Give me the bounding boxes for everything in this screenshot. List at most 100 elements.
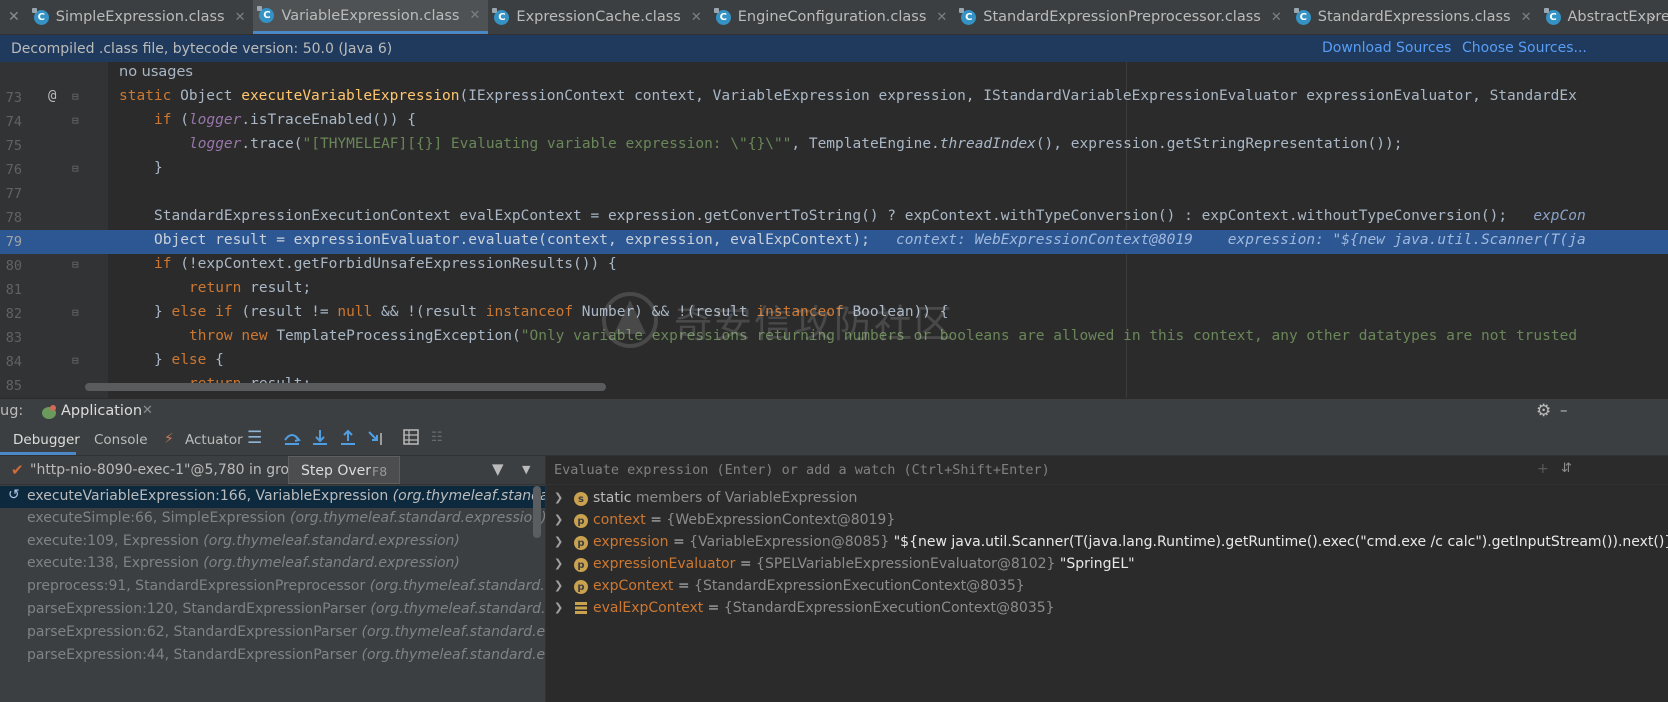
chevron-down-icon[interactable]: ▼ (522, 463, 530, 476)
tab-engine-configuration[interactable]: C EngineConfiguration.class ✕ (710, 0, 956, 34)
step-into-icon[interactable] (311, 429, 329, 447)
close-icon[interactable]: ✕ (235, 10, 246, 25)
add-watch-icon[interactable]: + (1537, 461, 1549, 477)
inline-value-hint: expression: "${new java.util.Scanner(T(j… (1227, 232, 1586, 248)
stack-frame[interactable]: ↺ executeVariableExpression:166, Variabl… (0, 486, 545, 508)
parameter-badge-icon: p (574, 536, 588, 550)
code-line: 76 ⊟ } (0, 158, 1668, 182)
expand-arrow-icon[interactable]: ❯ (554, 557, 563, 570)
fold-icon[interactable]: ⊟ (72, 258, 79, 271)
code-line: 80 ⊟ if (!expContext.getForbidUnsafeExpr… (0, 254, 1668, 278)
menu-lines-icon[interactable]: ☰ (247, 428, 262, 448)
minimize-icon[interactable]: – (1560, 401, 1568, 419)
usages-hint[interactable]: no usages (119, 64, 193, 80)
evaluate-expression-icon[interactable] (403, 429, 419, 445)
thread-selector[interactable]: ✔ "http-nio-8090-exec-1"@5,780 in group … (0, 456, 545, 485)
parameter-badge-icon: p (574, 558, 588, 572)
close-icon[interactable]: ✕ (691, 10, 702, 25)
fold-icon[interactable]: ⊟ (72, 90, 79, 103)
close-icon[interactable]: ✕ (142, 403, 153, 418)
line-number: 74 (5, 114, 22, 130)
frame-method: preprocess:91, StandardExpressionPreproc… (27, 578, 366, 594)
inline-value-hint: expCon (1533, 208, 1586, 224)
close-icon[interactable]: ✕ (1271, 10, 1282, 25)
run-config-tab[interactable]: Application (61, 403, 142, 419)
editor-tab-bar: ✕ C SimpleExpression.class ✕ C VariableE… (0, 0, 1668, 35)
frame-package: (org.thymeleaf.standard.expression) (203, 533, 460, 549)
download-sources-link[interactable]: Download Sources (1322, 40, 1451, 56)
tab-label: VariableExpression.class (281, 7, 460, 24)
variable-name: expContext (593, 578, 674, 594)
watches-toggle-icon[interactable]: ⇵ (1561, 461, 1572, 476)
code-text: { (215, 352, 224, 368)
chevron-down-icon[interactable]: ⌄ (1647, 8, 1658, 23)
expand-arrow-icon[interactable]: ❯ (554, 513, 563, 526)
tab-console[interactable]: Console (94, 432, 148, 448)
code-line: 77 (0, 182, 1668, 206)
filter-icon[interactable]: ▼ (492, 460, 504, 478)
spring-bug-icon (40, 404, 56, 419)
expand-arrow-icon[interactable]: ❯ (554, 579, 563, 592)
variables-panel: Evaluate expression (Enter) or add a wat… (545, 456, 1668, 702)
frame-method: executeSimple:66, SimpleExpression (27, 510, 286, 526)
gear-icon[interactable]: ⚙ (1536, 401, 1551, 421)
fold-icon[interactable]: ⊟ (72, 162, 79, 175)
variable-value: {StandardExpressionExecutionContext@8035… (723, 600, 1055, 616)
line-number: 76 (5, 162, 22, 178)
tab-standard-expressions[interactable]: C StandardExpressions.class ✕ (1290, 0, 1540, 34)
keyword: static (119, 88, 181, 104)
code-text: } (154, 352, 172, 368)
variable-value: {WebExpressionContext@8019} (666, 512, 896, 528)
variable-value: {StandardExpressionExecutionContext@8035… (694, 578, 1025, 594)
field: logger (189, 136, 242, 152)
variable-value: {VariableExpression@8085} (689, 534, 890, 550)
trace-icon[interactable]: ☷ (431, 430, 443, 445)
expand-arrow-icon[interactable]: ❯ (554, 535, 563, 548)
variable-name: expression (593, 534, 669, 550)
run-to-cursor-icon[interactable] (367, 429, 385, 447)
expand-arrow-icon[interactable]: ❯ (554, 601, 563, 614)
stack-frame[interactable]: execute:138, Expression (org.thymeleaf.s… (0, 553, 545, 575)
code-text: ( (180, 112, 189, 128)
step-over-icon[interactable] (283, 429, 301, 447)
tab-label: Debugger (13, 432, 80, 448)
step-over-tooltip: Step Over F8 (288, 456, 400, 484)
code-text: (), expression.getStringRepresentation()… (1035, 136, 1403, 152)
expand-arrow-icon[interactable]: ❯ (554, 491, 563, 504)
fold-icon[interactable]: ⊟ (72, 114, 79, 127)
class-file-icon: C (713, 7, 731, 25)
fold-icon[interactable]: ⊟ (72, 354, 79, 367)
stack-frame[interactable]: preprocess:91, StandardExpressionPreproc… (0, 576, 545, 598)
evaluate-expression-field[interactable]: Evaluate expression (Enter) or add a wat… (546, 456, 1668, 485)
tab-expression-cache[interactable]: C ExpressionCache.class ✕ (488, 0, 709, 34)
class-file-icon: C (1543, 7, 1561, 25)
tab-simple-expression[interactable]: C SimpleExpression.class ✕ (28, 0, 254, 34)
code-editor[interactable]: no usages 73 @ ⊟ static Object executeVa… (0, 62, 1668, 398)
stack-frame[interactable]: parseExpression:62, StandardExpressionPa… (0, 622, 545, 644)
close-icon[interactable]: ✕ (470, 8, 481, 23)
frames-scrollbar[interactable] (533, 486, 541, 538)
horizontal-scrollbar[interactable] (85, 383, 606, 391)
code-text: (!expContext.getForbidUnsafeExpressionRe… (180, 256, 617, 272)
fold-icon[interactable]: ⊟ (72, 306, 79, 319)
stack-frame[interactable]: execute:109, Expression (org.thymeleaf.s… (0, 531, 545, 553)
override-marker-icon[interactable]: @ (48, 88, 56, 104)
choose-sources-link[interactable]: Choose Sources... (1462, 40, 1587, 56)
stack-frame[interactable]: parseExpression:120, StandardExpressionP… (0, 599, 545, 621)
decompiled-banner: Decompiled .class file, bytecode version… (0, 35, 1668, 62)
tab-actuator[interactable]: Actuator (185, 432, 243, 448)
close-icon[interactable]: ✕ (1521, 10, 1532, 25)
step-out-icon[interactable] (339, 429, 357, 447)
close-icon[interactable]: ✕ (936, 10, 947, 25)
method-name: executeVariableExpression (241, 88, 460, 104)
stack-frame[interactable]: executeSimple:66, SimpleExpression (org.… (0, 508, 545, 530)
tab-label: StandardExpressionPreprocessor.class (983, 9, 1261, 25)
close-icon[interactable]: ✕ (0, 0, 28, 34)
thread-name: "http-nio-8090-exec-1"@5,780 in group (30, 462, 307, 478)
stack-frame[interactable]: parseExpression:44, StandardExpressionPa… (0, 645, 545, 667)
tab-standard-expression-preprocessor[interactable]: C StandardExpressionPreprocessor.class ✕ (955, 0, 1289, 34)
actuator-icon: ⚡ (164, 431, 174, 447)
tab-debugger[interactable]: Debugger (0, 425, 80, 455)
tab-variable-expression[interactable]: C VariableExpression.class ✕ (253, 0, 489, 34)
local-variable-icon (574, 601, 588, 615)
